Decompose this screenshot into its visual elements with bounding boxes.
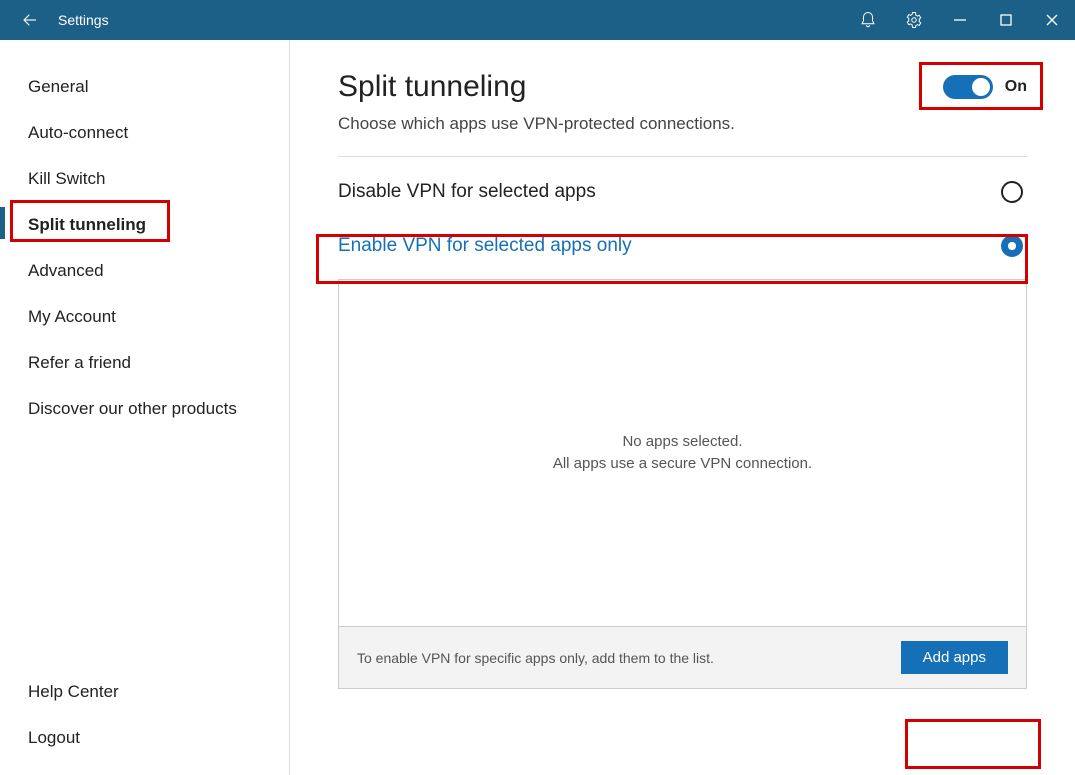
apps-panel: No apps selected. All apps use a secure …: [338, 279, 1027, 689]
radio-icon: [1001, 181, 1023, 203]
sidebar-item-auto-connect[interactable]: Auto-connect: [0, 110, 289, 156]
sidebar: General Auto-connect Kill Switch Split t…: [0, 40, 290, 775]
footer-hint: To enable VPN for specific apps only, ad…: [357, 650, 714, 666]
split-tunneling-toggle[interactable]: [943, 75, 993, 99]
apps-panel-footer: To enable VPN for specific apps only, ad…: [339, 626, 1026, 688]
sidebar-item-my-account[interactable]: My Account: [0, 294, 289, 340]
apps-empty-state: No apps selected. All apps use a secure …: [339, 280, 1026, 626]
option-label: Disable VPN for selected apps: [338, 181, 1001, 203]
minimize-button[interactable]: [937, 0, 983, 40]
sidebar-selection-indicator: [0, 207, 5, 239]
page-subtitle: Choose which apps use VPN-protected conn…: [338, 114, 1027, 134]
sidebar-item-logout[interactable]: Logout: [0, 715, 289, 761]
back-button[interactable]: [6, 0, 54, 40]
toggle-state-label: On: [1005, 78, 1027, 96]
close-button[interactable]: [1029, 0, 1075, 40]
add-apps-button[interactable]: Add apps: [901, 641, 1008, 674]
sidebar-item-general[interactable]: General: [0, 64, 289, 110]
window-title: Settings: [54, 12, 109, 28]
sidebar-item-split-tunneling[interactable]: Split tunneling: [0, 202, 289, 248]
settings-gear-icon[interactable]: [891, 0, 937, 40]
option-enable-vpn-only[interactable]: Enable VPN for selected apps only: [338, 219, 1027, 273]
empty-line-1: No apps selected.: [622, 431, 742, 454]
radio-icon-selected: [1001, 235, 1023, 257]
option-disable-vpn[interactable]: Disable VPN for selected apps: [338, 165, 1027, 219]
sidebar-item-discover-products[interactable]: Discover our other products: [0, 386, 289, 432]
notifications-icon[interactable]: [845, 0, 891, 40]
main-pane: Split tunneling On Choose which apps use…: [290, 40, 1075, 775]
section-divider: [338, 156, 1027, 157]
sidebar-item-help-center[interactable]: Help Center: [0, 669, 289, 715]
option-label: Enable VPN for selected apps only: [338, 235, 1001, 257]
titlebar: Settings: [0, 0, 1075, 40]
page-title: Split tunneling: [338, 70, 526, 104]
sidebar-item-refer-friend[interactable]: Refer a friend: [0, 340, 289, 386]
toggle-knob: [972, 78, 990, 96]
empty-line-2: All apps use a secure VPN connection.: [553, 453, 812, 476]
sidebar-item-advanced[interactable]: Advanced: [0, 248, 289, 294]
sidebar-item-kill-switch[interactable]: Kill Switch: [0, 156, 289, 202]
annotation-highlight-add-apps: [905, 719, 1041, 769]
maximize-button[interactable]: [983, 0, 1029, 40]
